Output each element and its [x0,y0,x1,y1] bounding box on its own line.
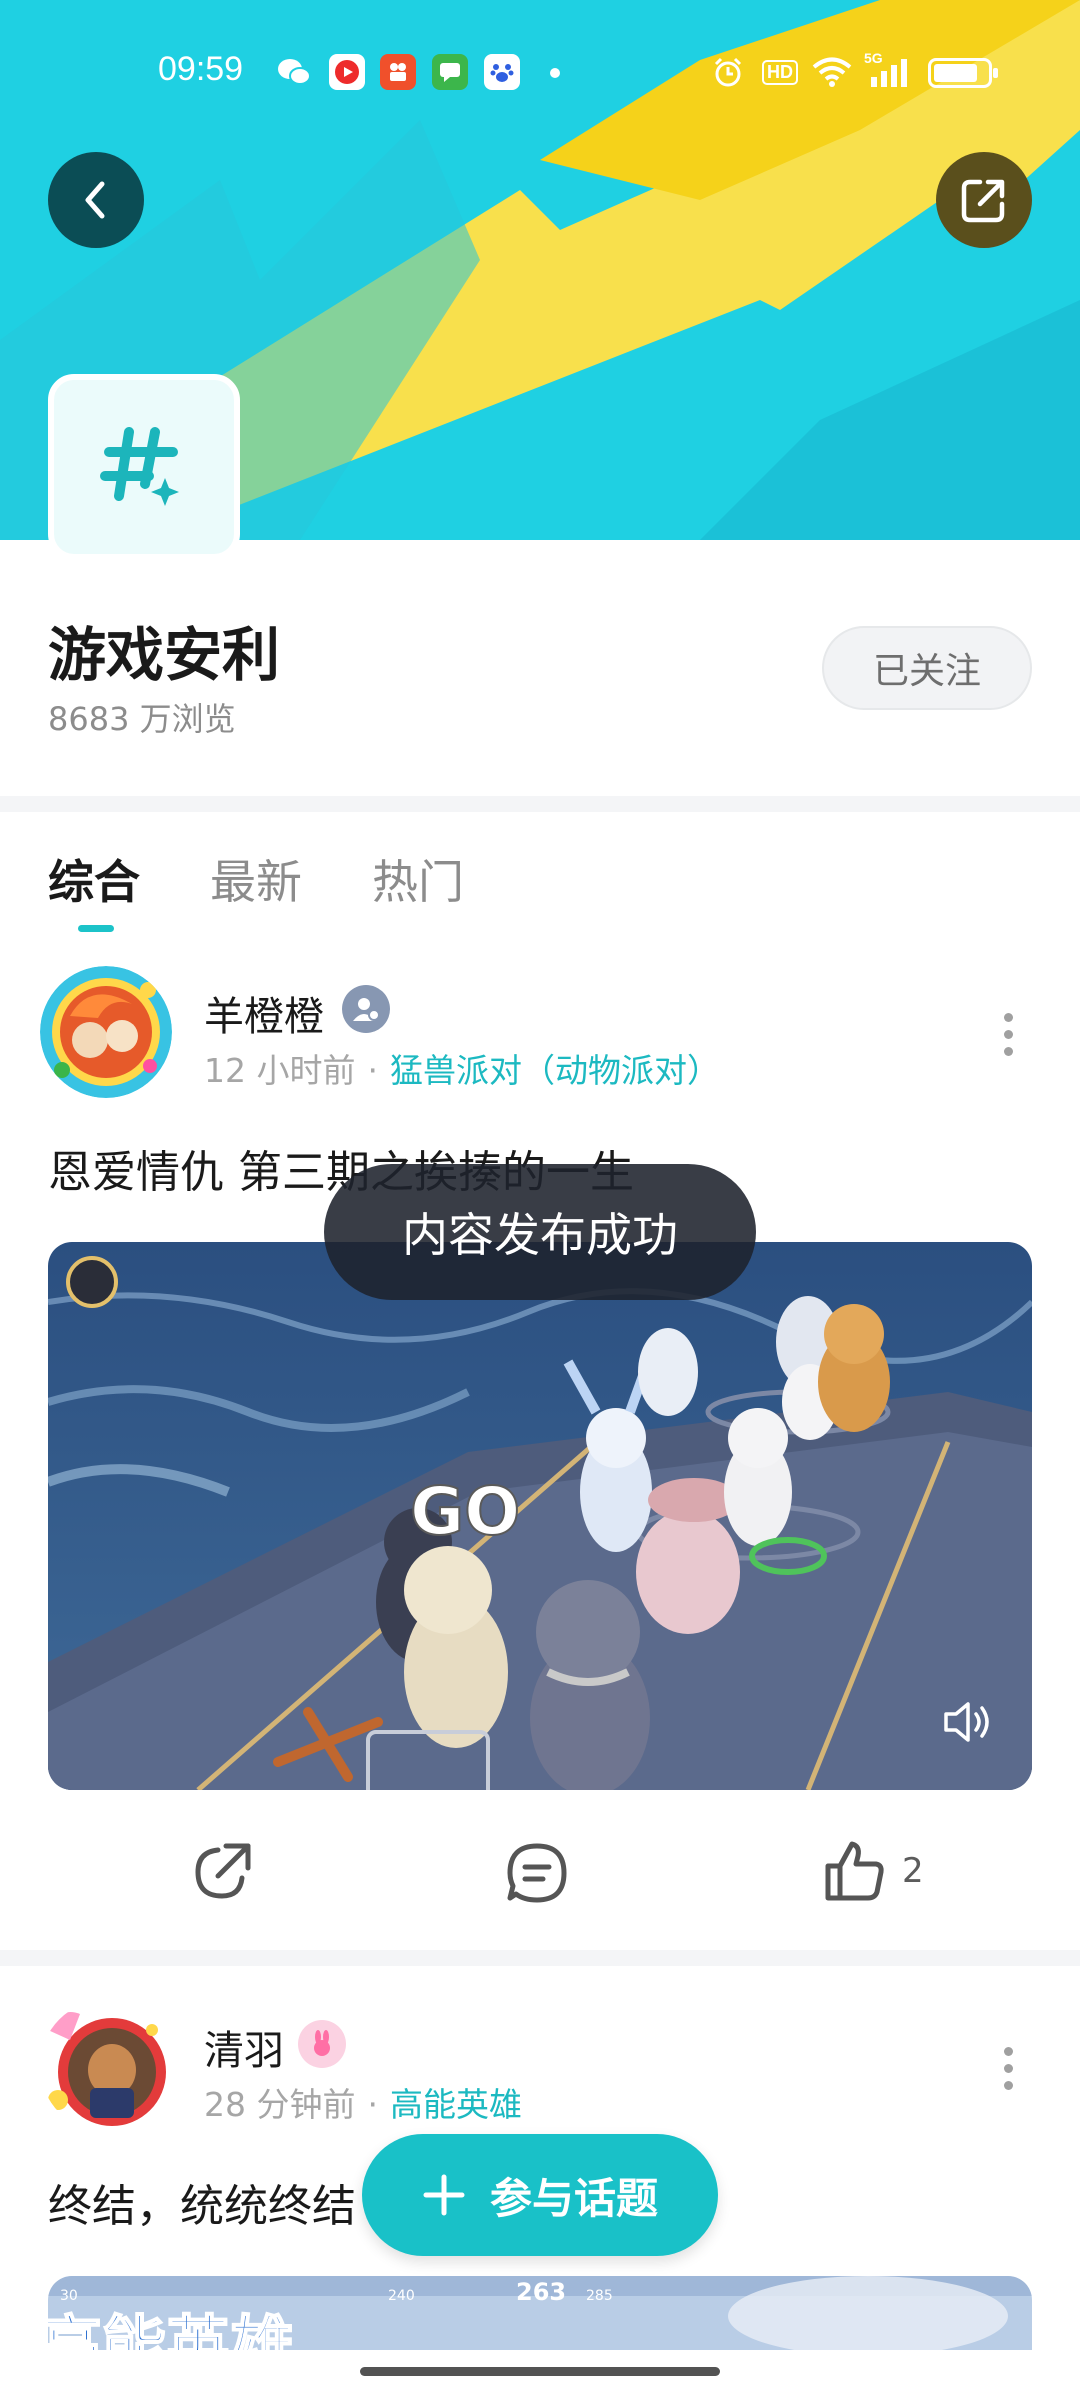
messages-icon [432,54,468,90]
section-divider [0,796,1080,812]
post-1-like-button[interactable]: 2 [822,1838,924,1904]
post-1-video[interactable]: GO [48,1242,1032,1790]
share-button[interactable] [936,152,1032,248]
topic-views: 8683 万浏览 [48,700,236,738]
post-2-avatar[interactable] [40,2000,172,2132]
post-1-more-button[interactable] [988,1004,1028,1064]
hd-icon: HD [760,54,800,90]
status-bar: 09:59 HD 5G [0,40,1080,104]
tab-hot[interactable]: 热门 [372,846,464,912]
external-share-icon [961,179,1005,223]
mute-button[interactable] [936,1692,996,1752]
alarm-icon [708,54,748,90]
post-2-author[interactable]: 清羽 [204,2018,284,2076]
plus-icon [422,2173,466,2217]
topic-title: 游戏安利 [48,621,281,689]
join-topic-button[interactable]: 参与话题 [362,2134,718,2256]
user-verified-icon [353,998,380,1021]
follow-button[interactable]: 已关注 [822,626,1032,710]
signal-5g-icon: 5G [862,50,918,90]
post-2-author-badge [298,2020,346,2068]
hashtag-sparkle-icon [100,427,179,506]
more-dots-icon [1003,1012,1013,1022]
topic-icon [48,374,240,560]
post-1-meta: 12 小时前 · 猛兽派对（动物派对） [204,1044,720,1092]
post-1-avatar[interactable] [40,966,172,1098]
tab-comprehensive[interactable]: 综合 [48,846,140,912]
kuaishou-icon [380,54,416,90]
post-1-topic-link[interactable]: 猛兽派对（动物派对） [390,1051,720,1090]
post-1-like-count: 2 [902,1851,924,1891]
share-icon [195,1843,251,1899]
post-2-text[interactable]: 终结，统统终结 [48,2170,356,2234]
video-app-icon [329,54,365,90]
publish-success-toast: 内容发布成功 [324,1164,756,1300]
video-thumbnail: GO [48,1242,1032,1790]
volume-muted-icon [944,1702,989,1742]
wechat-icon [276,54,312,90]
post-1-time: 12 小时前 [204,1051,356,1090]
thumbs-up-icon [825,1841,884,1901]
post-1-share-button[interactable] [190,1838,256,1904]
hud-number-left: 240 [388,2288,415,2304]
post-2-meta-separator: · [367,2085,378,2124]
notification-dot [550,68,560,78]
feed-tabs: 综合 最新 热门 [48,846,534,912]
post-2-topic-link[interactable]: 高能英雄 [390,2085,522,2124]
baidu-icon [484,54,520,90]
post-2-meta: 28 分钟前 · 高能英雄 [204,2078,522,2126]
chevron-left-icon [85,181,105,219]
hud-number-main: 263 [516,2278,566,2306]
post-1-author-badge [342,985,390,1033]
battery-level [934,64,977,82]
post-1-comment-button[interactable] [504,1840,570,1906]
hud-number-corner: 30 [60,2288,78,2304]
active-tab-indicator [78,925,114,932]
status-time: 09:59 [158,50,244,88]
post-2-time: 28 分钟前 [204,2085,356,2124]
post-2-more-button[interactable] [988,2038,1028,2098]
join-topic-label: 参与话题 [489,2173,658,2223]
back-button[interactable] [48,152,144,248]
post-1-meta-separator: · [367,1051,378,1090]
post-divider [0,1950,1080,1966]
rabbit-badge-icon [314,2030,330,2056]
wifi-icon [808,54,856,90]
tab-latest[interactable]: 最新 [210,846,302,912]
battery-icon [928,58,998,88]
hud-number-right: 285 [586,2288,613,2304]
post-2-image[interactable]: 240 263 285 30 高能英雄 [48,2276,1032,2350]
post-2-thumb-title: 高能英雄 [48,2310,294,2350]
video-overlay-go-text: GO [410,1473,520,1550]
post-1-author[interactable]: 羊橙橙 [204,984,324,1042]
post-2-thumbnail: 240 263 285 30 高能英雄 [48,2276,1032,2350]
comment-icon [507,1843,567,1903]
home-indicator[interactable] [360,2367,720,2376]
more-dots-icon [1003,2046,1013,2056]
